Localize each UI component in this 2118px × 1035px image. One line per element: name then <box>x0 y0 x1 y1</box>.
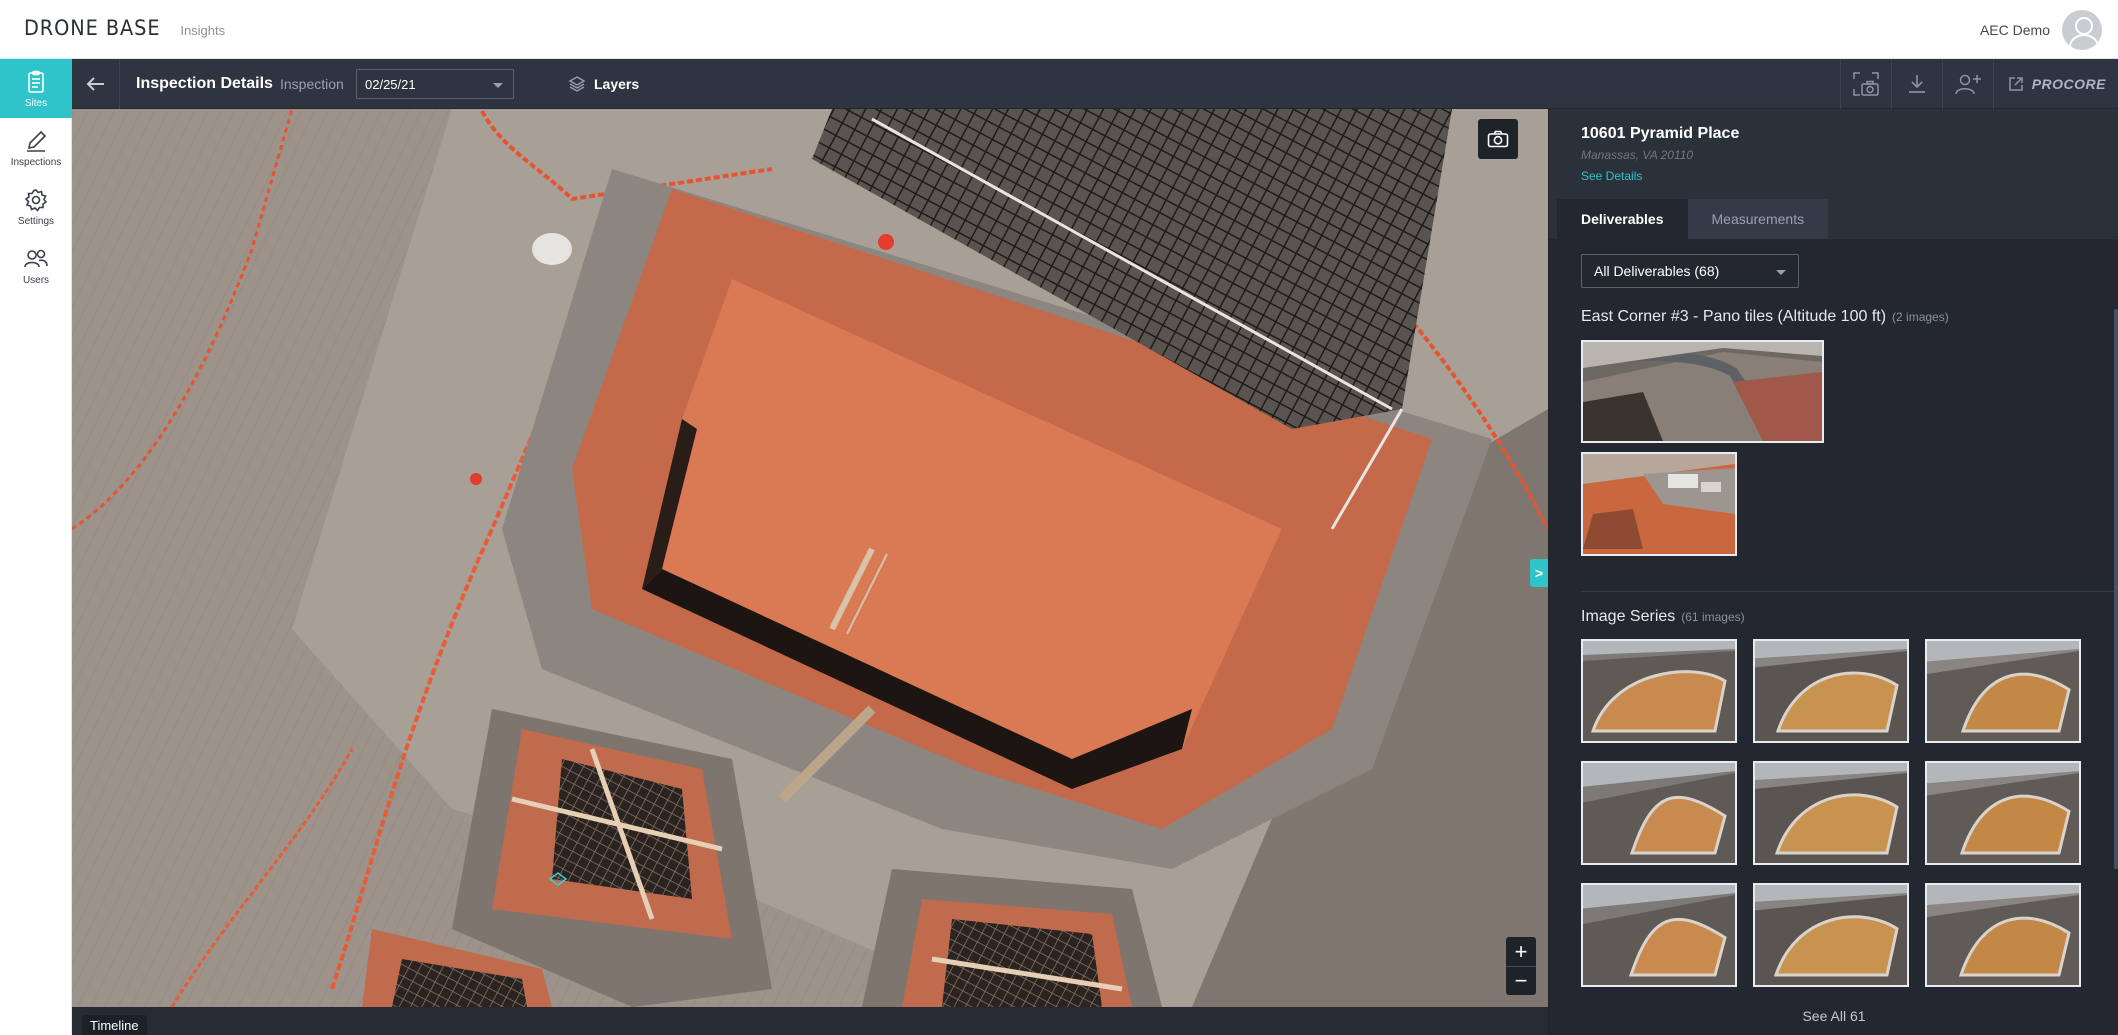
see-details-link[interactable]: See Details <box>1581 169 1739 183</box>
section-divider <box>1581 591 2118 592</box>
zoom-in-button[interactable]: + <box>1506 937 1536 966</box>
external-link-icon <box>2008 77 2023 91</box>
image-series-thumbnail[interactable] <box>1925 761 2081 865</box>
image-series-thumbnail[interactable] <box>1581 761 1737 865</box>
image-series-thumbnail[interactable] <box>1581 883 1737 987</box>
tab-measurements[interactable]: Measurements <box>1687 199 1829 239</box>
image-series-thumbnail-image <box>1755 885 1907 985</box>
sidebar-item-label: Users <box>22 274 50 286</box>
account-name[interactable]: AEC Demo <box>1980 22 2050 38</box>
image-series-thumbnail-image <box>1583 763 1735 863</box>
add-user-icon <box>1954 74 1981 95</box>
avatar[interactable] <box>2062 10 2102 50</box>
image-series-thumbnail-image <box>1755 763 1907 863</box>
users-icon <box>24 249 48 267</box>
deliverables-filter-value: All Deliverables (68) <box>1594 263 1720 279</box>
image-series-thumbnail[interactable] <box>1753 761 1909 865</box>
inspection-date-select[interactable]: 02/25/21 <box>356 69 514 99</box>
layers-label: Layers <box>594 76 640 92</box>
image-series-thumbnail-image <box>1583 641 1735 741</box>
site-info: 10601 Pyramid Place Manassas, VA 20110 S… <box>1581 125 1739 183</box>
image-series-thumbnail[interactable] <box>1581 639 1737 743</box>
zoom-controls: + − <box>1506 937 1536 995</box>
brand-subtitle: Insights <box>180 23 226 38</box>
image-series-thumbnail[interactable] <box>1753 883 1909 987</box>
back-button[interactable] <box>72 59 120 109</box>
sidebar-item-settings[interactable]: Settings <box>0 177 72 236</box>
deliverables-filter-select[interactable]: All Deliverables (68) <box>1581 254 1799 288</box>
image-series-thumbnail-image <box>1583 885 1735 985</box>
series-section-count: (61 images) <box>1681 610 1745 624</box>
site-name: 10601 Pyramid Place <box>1581 125 1740 142</box>
screenshot-icon <box>1852 72 1879 96</box>
pano-thumbnail[interactable] <box>1581 452 1737 556</box>
sidebar-item-label: Inspections <box>10 156 62 168</box>
sidebar-item-inspections[interactable]: Inspections <box>0 118 72 177</box>
procore-export-button[interactable]: PROCORE <box>1992 59 2118 109</box>
add-user-button[interactable] <box>1941 59 1993 109</box>
toolbar-actions: PROCORE <box>1839 59 2118 109</box>
top-bar: DRONE BASE Insights AEC Demo <box>0 0 2118 59</box>
image-series-thumbnail[interactable] <box>1925 639 2081 743</box>
sidebar-item-sites[interactable]: Sites <box>0 59 72 118</box>
procore-label: PROCORE <box>2031 76 2106 92</box>
series-section-label: Image Series <box>1581 608 1676 625</box>
collapse-panel-button[interactable]: > <box>1530 559 1548 587</box>
aerial-orthomosaic-image[interactable] <box>72 109 1548 1007</box>
sidebar-item-label: Sites <box>24 97 48 109</box>
details-panel: 10601 Pyramid Place Manassas, VA 20110 S… <box>1548 109 2118 1035</box>
panel-tabs: Deliverables Measurements <box>1549 199 1829 239</box>
clipboard-icon <box>28 70 44 93</box>
image-series-thumbnail-image <box>1755 641 1907 741</box>
deliverables-list: All Deliverables (68) East Corner #3 - P… <box>1549 239 2118 1035</box>
download-icon <box>1908 75 1925 93</box>
timeline-tab[interactable]: Timeline <box>82 1015 147 1035</box>
pano-thumbnail[interactable] <box>1581 340 1824 443</box>
image-series-thumbnail[interactable] <box>1925 883 2081 987</box>
page-title: Inspection Details <box>136 75 273 92</box>
pencil-icon <box>27 130 47 152</box>
account-menu[interactable]: AEC Demo <box>1980 10 2102 50</box>
image-series-thumbnail-image <box>1927 763 2079 863</box>
layers-button[interactable]: Layers <box>568 69 639 99</box>
chevron-down-icon <box>1776 270 1786 275</box>
download-button[interactable] <box>1890 59 1942 109</box>
pano-section-label: East Corner #3 - Pano tiles (Altitude 10… <box>1581 308 1887 325</box>
pano-section-title: East Corner #3 - Pano tiles (Altitude 10… <box>1581 308 1949 326</box>
arrow-left-icon <box>86 77 104 91</box>
inspection-date-value: 02/25/21 <box>365 77 416 92</box>
brand-name: DRONE BASE <box>24 16 161 40</box>
gear-icon <box>24 188 48 212</box>
map-screenshot-button[interactable] <box>1478 119 1518 159</box>
tab-deliverables[interactable]: Deliverables <box>1557 199 1688 239</box>
pano-section-count: (2 images) <box>1892 310 1949 324</box>
panel-scrollbar[interactable] <box>2114 309 2118 869</box>
layers-icon <box>568 76 586 92</box>
timeline-bar: Timeline <box>72 1007 1548 1035</box>
sidebar-item-users[interactable]: Users <box>0 236 72 295</box>
series-section-title: Image Series (61 images) <box>1581 608 1745 626</box>
image-series-thumbnail-image <box>1927 641 2079 741</box>
zoom-out-button[interactable]: − <box>1506 966 1536 995</box>
inspection-toolbar: Inspection Details Inspection 02/25/21 L… <box>72 59 2118 109</box>
inspection-label: Inspection <box>280 76 344 92</box>
sidebar-item-label: Settings <box>17 215 55 227</box>
image-series-thumbnail[interactable] <box>1753 639 1909 743</box>
brand-logo[interactable]: DRONE BASE Insights <box>24 16 225 40</box>
pano-thumbnail-image <box>1583 342 1822 441</box>
image-series-thumbnail-image <box>1927 885 2079 985</box>
chevron-down-icon <box>493 83 503 88</box>
pano-thumbnail-image <box>1583 454 1735 554</box>
see-all-link[interactable]: See All 61 <box>1549 1008 2118 1024</box>
site-address: Manassas, VA 20110 <box>1581 148 1694 162</box>
map-viewport[interactable]: > + − <box>72 109 1548 1007</box>
screenshot-button[interactable] <box>1839 59 1891 109</box>
sidebar-nav: Sites Inspections Settings Users <box>0 59 72 1035</box>
camera-icon <box>1487 130 1509 148</box>
